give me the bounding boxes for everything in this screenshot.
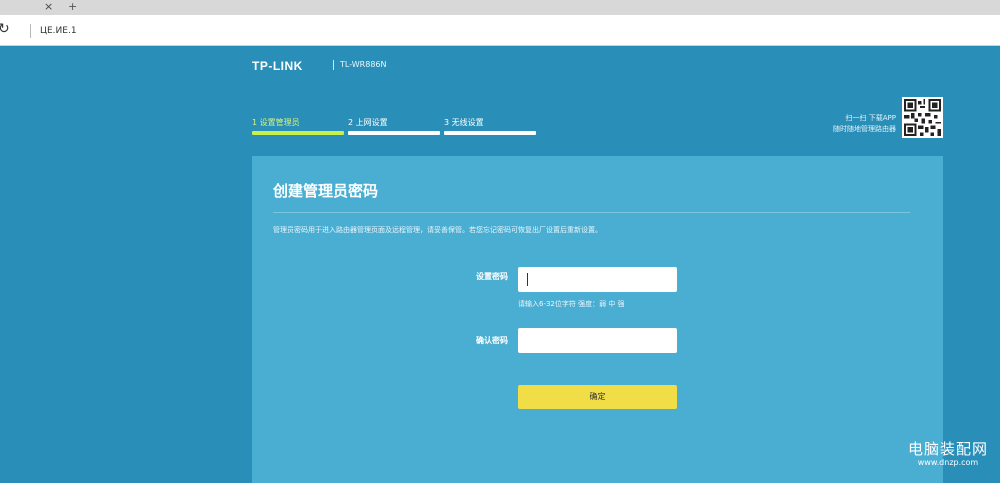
reload-icon[interactable]: ↻ bbox=[0, 21, 10, 37]
step-wireless: 3 无线设置 bbox=[444, 118, 536, 138]
qr-line-2: 随时随地管理路由器 bbox=[833, 125, 896, 133]
watermark-title: 电脑装配网 bbox=[907, 440, 988, 458]
site-watermark: 电脑装配网 www.dnzp.com bbox=[908, 440, 988, 468]
admin-password-card: 创建管理员密码 管理员密码用于进入路由器管理页面及远程管理，请妥善保管。若您忘记… bbox=[252, 156, 943, 483]
router-setup-page: TP-LINK TL-WR886N 1 设置管理员 2 上网设置 3 无线设置 … bbox=[0, 46, 1000, 483]
password-hint: 请输入6-32位字符 强度：弱 中 强 bbox=[518, 300, 625, 308]
logo-divider bbox=[333, 60, 334, 70]
step-progress-bar bbox=[444, 131, 536, 135]
app-download-text: 扫一扫 下载APP 随时随地管理路由器 bbox=[822, 113, 896, 135]
password-input[interactable] bbox=[518, 267, 677, 292]
brand-logo: TP-LINK bbox=[252, 59, 303, 73]
step-progress-bar bbox=[252, 131, 344, 135]
title-divider bbox=[273, 212, 910, 213]
qr-line-1: 扫一扫 下载APP bbox=[845, 114, 896, 122]
close-tab-icon[interactable]: × bbox=[44, 0, 53, 13]
step-progress-bar bbox=[348, 131, 440, 135]
address-bar: ↻ ЦЕ.ИЕ.1 bbox=[0, 15, 1000, 46]
password-label: 设置密码 bbox=[476, 272, 508, 281]
confirm-password-label: 确认密码 bbox=[476, 336, 508, 345]
page-title: 创建管理员密码 bbox=[273, 182, 379, 200]
step-label: 2 上网设置 bbox=[348, 118, 388, 127]
qr-code-icon bbox=[902, 97, 943, 138]
text-caret bbox=[527, 273, 528, 286]
tab-bar: × + bbox=[0, 0, 1000, 15]
step-label: 1 设置管理员 bbox=[252, 118, 300, 127]
url-field[interactable]: ЦЕ.ИЕ.1 bbox=[40, 24, 77, 38]
setup-steps: 1 设置管理员 2 上网设置 3 无线设置 bbox=[252, 118, 542, 138]
new-tab-icon[interactable]: + bbox=[68, 0, 77, 13]
address-divider bbox=[30, 24, 31, 38]
model-name: TL-WR886N bbox=[340, 60, 387, 69]
step-admin: 1 设置管理员 bbox=[252, 118, 344, 138]
confirm-password-input[interactable] bbox=[518, 328, 677, 353]
step-internet: 2 上网设置 bbox=[348, 118, 440, 138]
watermark-url: www.dnzp.com bbox=[917, 458, 979, 467]
confirm-button[interactable]: 确定 bbox=[518, 385, 677, 409]
card-description: 管理员密码用于进入路由器管理页面及远程管理，请妥善保管。若您忘记密码可恢复出厂设… bbox=[273, 226, 602, 234]
step-label: 3 无线设置 bbox=[444, 118, 484, 127]
